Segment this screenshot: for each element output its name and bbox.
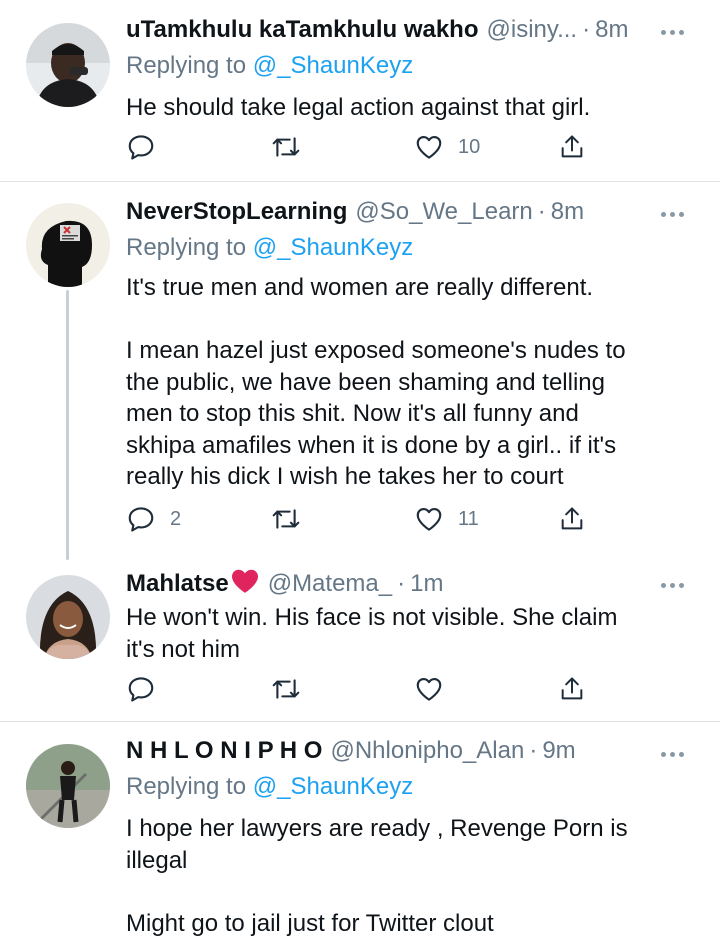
display-name-text: Mahlatse <box>126 570 229 597</box>
timestamp[interactable]: 8m <box>595 16 628 44</box>
tweet-text-line: I mean hazel just exposed someone's nude… <box>126 337 626 364</box>
share-icon <box>561 677 583 700</box>
more-icon[interactable] <box>661 583 684 588</box>
retweet-icon <box>272 137 300 157</box>
like-count: 11 <box>458 507 479 530</box>
tweet-text-line: men to stop this shit. Now it's all funn… <box>126 400 579 427</box>
retweet-button[interactable] <box>270 674 302 704</box>
tweet-text-line: It's true men and women are really diffe… <box>126 274 594 301</box>
red-heart-icon <box>230 568 260 601</box>
mention-link[interactable]: @_ShaunKeyz <box>253 234 413 261</box>
reply-icon <box>128 507 154 532</box>
reply-count: 2 <box>170 507 182 530</box>
tweet[interactable]: NeverStopLearning @So_We_Learn · 8m Repl… <box>0 192 720 562</box>
tweet-text-line: Might go to jail just for Twitter clout <box>126 909 494 937</box>
tweet-text-line: I hope her lawyers are ready , Revenge P… <box>126 815 628 842</box>
replying-to: Replying to @_ShaunKeyz <box>126 234 413 262</box>
replying-to: Replying to @_ShaunKeyz <box>126 52 413 80</box>
like-count: 10 <box>458 135 481 158</box>
tweet-text: He should take legal action against that… <box>126 92 686 124</box>
tweet-text-line: skhipa amafiles when it is done by a gir… <box>126 431 617 459</box>
tweet-text-line: He should take legal action against that… <box>126 94 591 121</box>
display-name[interactable]: NeverStopLearning <box>126 198 347 226</box>
divider <box>0 181 720 182</box>
tweet[interactable]: uTamkhulu kaTamkhulu wakho @isiny... · 8… <box>0 10 720 180</box>
replying-prefix: Replying to <box>126 773 247 800</box>
tweet-text: It's true men and women are really diffe… <box>126 272 686 493</box>
like-button[interactable] <box>414 674 444 704</box>
retweet-icon <box>272 509 300 529</box>
tweet-actions: 2 11 <box>126 504 596 538</box>
separator: · <box>529 737 538 764</box>
avatar[interactable] <box>26 23 110 107</box>
retweet-icon <box>272 679 300 699</box>
display-name[interactable]: Mahlatse <box>126 568 260 601</box>
tweet-text-line: He won't win. His face is not visible. S… <box>126 604 618 631</box>
tweet-actions <box>126 674 596 708</box>
tweet-actions: 10 <box>126 132 596 166</box>
reply-button[interactable]: 2 <box>126 504 181 534</box>
heart-icon <box>416 677 442 701</box>
tweet-text-line: the public, we have been shaming and tel… <box>126 368 605 396</box>
share-button[interactable] <box>558 504 586 534</box>
tweet-text: I hope her lawyers are ready , Revenge P… <box>126 813 686 939</box>
separator: · <box>582 16 591 43</box>
tweet-text-line: it's not him <box>126 635 240 663</box>
tweet[interactable]: Mahlatse @Matema_ · 1m He won't win. His… <box>0 564 720 719</box>
display-name[interactable]: uTamkhulu kaTamkhulu wakho <box>126 16 479 44</box>
user-handle[interactable]: @isiny... <box>487 16 578 44</box>
user-handle[interactable]: @Nhlonipho_Alan <box>330 737 524 765</box>
avatar[interactable] <box>26 744 110 828</box>
heart-icon <box>416 135 442 159</box>
reply-icon <box>128 135 154 160</box>
thread-line <box>66 290 69 560</box>
tweet-text: He won't win. His face is not visible. S… <box>126 602 686 665</box>
avatar[interactable] <box>26 203 110 287</box>
reply-icon <box>128 677 154 702</box>
tweet[interactable]: N H L O N I P H O @Nhlonipho_Alan · 9m R… <box>0 733 720 952</box>
replying-to: Replying to @_ShaunKeyz <box>126 773 413 801</box>
share-icon <box>561 135 583 158</box>
mention-link[interactable]: @_ShaunKeyz <box>253 773 413 800</box>
timestamp[interactable]: 8m <box>551 198 584 226</box>
tweet-header: N H L O N I P H O @Nhlonipho_Alan · 9m <box>126 737 576 777</box>
tweet-text-line: illegal <box>126 846 188 874</box>
tweet-header: uTamkhulu kaTamkhulu wakho @isiny... · 8… <box>126 16 628 56</box>
user-handle[interactable]: @So_We_Learn <box>355 198 532 226</box>
heart-icon <box>416 507 442 531</box>
share-icon <box>561 507 583 530</box>
like-button[interactable]: 10 <box>414 132 480 162</box>
reply-button[interactable] <box>126 132 156 162</box>
retweet-button[interactable] <box>270 132 302 162</box>
more-icon[interactable] <box>661 752 684 757</box>
replying-prefix: Replying to <box>126 52 247 79</box>
tweet-header: NeverStopLearning @So_We_Learn · 8m <box>126 198 584 238</box>
tweet-text-line: really his dick I wish he takes her to c… <box>126 463 564 490</box>
separator: · <box>537 198 546 225</box>
more-icon[interactable] <box>661 212 684 217</box>
share-button[interactable] <box>558 674 586 704</box>
reply-button[interactable] <box>126 674 156 704</box>
separator: · <box>397 570 406 597</box>
replying-prefix: Replying to <box>126 234 247 261</box>
timestamp[interactable]: 9m <box>542 737 575 765</box>
retweet-button[interactable] <box>270 504 302 534</box>
user-handle[interactable]: @Matema_ <box>268 570 392 598</box>
mention-link[interactable]: @_ShaunKeyz <box>253 52 413 79</box>
like-button[interactable]: 11 <box>414 504 479 534</box>
share-button[interactable] <box>558 132 586 162</box>
timestamp[interactable]: 1m <box>410 570 443 598</box>
divider <box>0 721 720 722</box>
more-icon[interactable] <box>661 30 684 35</box>
avatar[interactable] <box>26 575 110 659</box>
display-name[interactable]: N H L O N I P H O <box>126 737 322 765</box>
